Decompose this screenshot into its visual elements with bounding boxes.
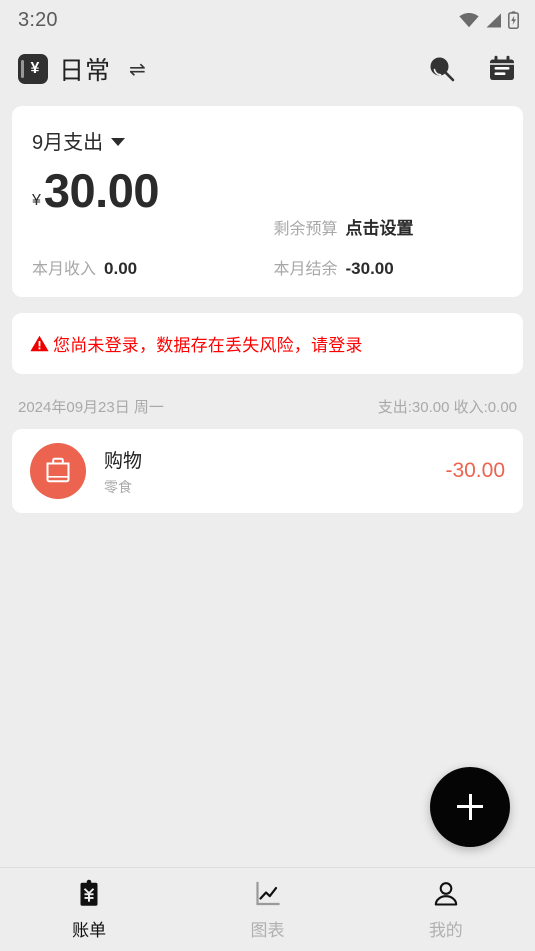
summary-stats: 剩余预算 点击设置 本月收入 0.00 本月结余 -30.00 — [32, 200, 503, 279]
nav-item-bills[interactable]: 账单 — [0, 879, 178, 941]
ledger-book-icon: ¥ — [18, 54, 48, 84]
app-brand[interactable]: ¥ 日常 ⇌ — [18, 51, 146, 87]
category-avatar — [30, 443, 86, 499]
chevron-down-icon — [111, 138, 126, 146]
nav-item-charts[interactable]: 图表 — [178, 879, 356, 941]
transaction-category: 购物 — [104, 450, 143, 472]
nav-label-charts: 图表 — [250, 920, 285, 940]
wifi-icon — [459, 12, 479, 28]
currency-symbol: ¥ — [32, 192, 41, 209]
swap-ledger-icon[interactable]: ⇌ — [129, 57, 146, 82]
status-bar-time: 3:20 — [18, 8, 58, 31]
transaction-row[interactable]: 购物 零食 -30.00 — [30, 443, 505, 499]
ledger-title: 日常 — [59, 57, 112, 85]
app-root: 3:20 ¥ 日常 ⇌ 9月支出 ¥ 30.00 剩余预算 点击设置 本月收入 … — [0, 0, 535, 951]
app-bar: ¥ 日常 ⇌ — [0, 40, 535, 98]
budget-stat[interactable]: 剩余预算 点击设置 — [268, 214, 504, 239]
shopping-bag-icon — [43, 454, 73, 489]
budget-label: 剩余预算 — [273, 221, 338, 238]
nav-item-profile[interactable]: 我的 — [357, 879, 535, 941]
bottom-navigation: 账单 图表 我的 — [0, 867, 535, 951]
app-bar-actions — [425, 52, 519, 86]
nav-label-bills: 账单 — [72, 920, 107, 940]
bill-clipboard-icon — [74, 879, 104, 909]
day-group-date: 2024年09月23日 周一 — [18, 399, 164, 416]
month-label: 9月支出 — [32, 132, 104, 154]
day-group-totals: 支出:30.00 收入:0.00 — [377, 399, 517, 416]
income-stat: 本月收入 0.00 — [32, 255, 268, 279]
income-value: 0.00 — [104, 259, 138, 278]
budget-value: 点击设置 — [345, 219, 414, 238]
balance-label: 本月结余 — [273, 261, 338, 278]
day-group-header: 2024年09月23日 周一 支出:30.00 收入:0.00 — [0, 396, 535, 417]
battery-charging-icon — [508, 11, 519, 29]
income-label: 本月收入 — [32, 261, 97, 278]
search-button[interactable] — [425, 52, 459, 86]
search-icon — [427, 54, 457, 84]
person-icon — [431, 879, 461, 909]
login-warning-text: 您尚未登录，数据存在丢失风险，请登录 — [53, 336, 363, 355]
transaction-list: 购物 零食 -30.00 — [12, 429, 523, 513]
logo-yen-symbol: ¥ — [30, 60, 40, 77]
nav-label-profile: 我的 — [428, 920, 463, 940]
chart-line-icon — [252, 879, 282, 909]
balance-value: -30.00 — [345, 259, 394, 278]
month-selector[interactable]: 9月支出 — [32, 126, 126, 155]
plus-icon — [455, 792, 485, 822]
add-record-fab[interactable] — [430, 767, 510, 847]
summary-card: 9月支出 ¥ 30.00 剩余预算 点击设置 本月收入 0.00 本月结余 -3… — [12, 106, 523, 297]
login-warning-banner[interactable]: 您尚未登录，数据存在丢失风险，请登录 — [12, 313, 523, 374]
status-bar: 3:20 — [0, 0, 535, 40]
calendar-bill-button[interactable] — [485, 52, 519, 86]
calendar-bill-icon — [487, 54, 517, 84]
status-bar-icons — [459, 11, 519, 29]
warning-triangle-icon — [30, 335, 49, 352]
stats-spacer — [32, 200, 268, 239]
transaction-note: 零食 — [104, 478, 132, 495]
transaction-amount: -30.00 — [445, 459, 505, 482]
signal-icon — [485, 13, 502, 28]
balance-stat: 本月结余 -30.00 — [268, 255, 504, 279]
transaction-texts: 购物 零食 — [104, 446, 142, 497]
